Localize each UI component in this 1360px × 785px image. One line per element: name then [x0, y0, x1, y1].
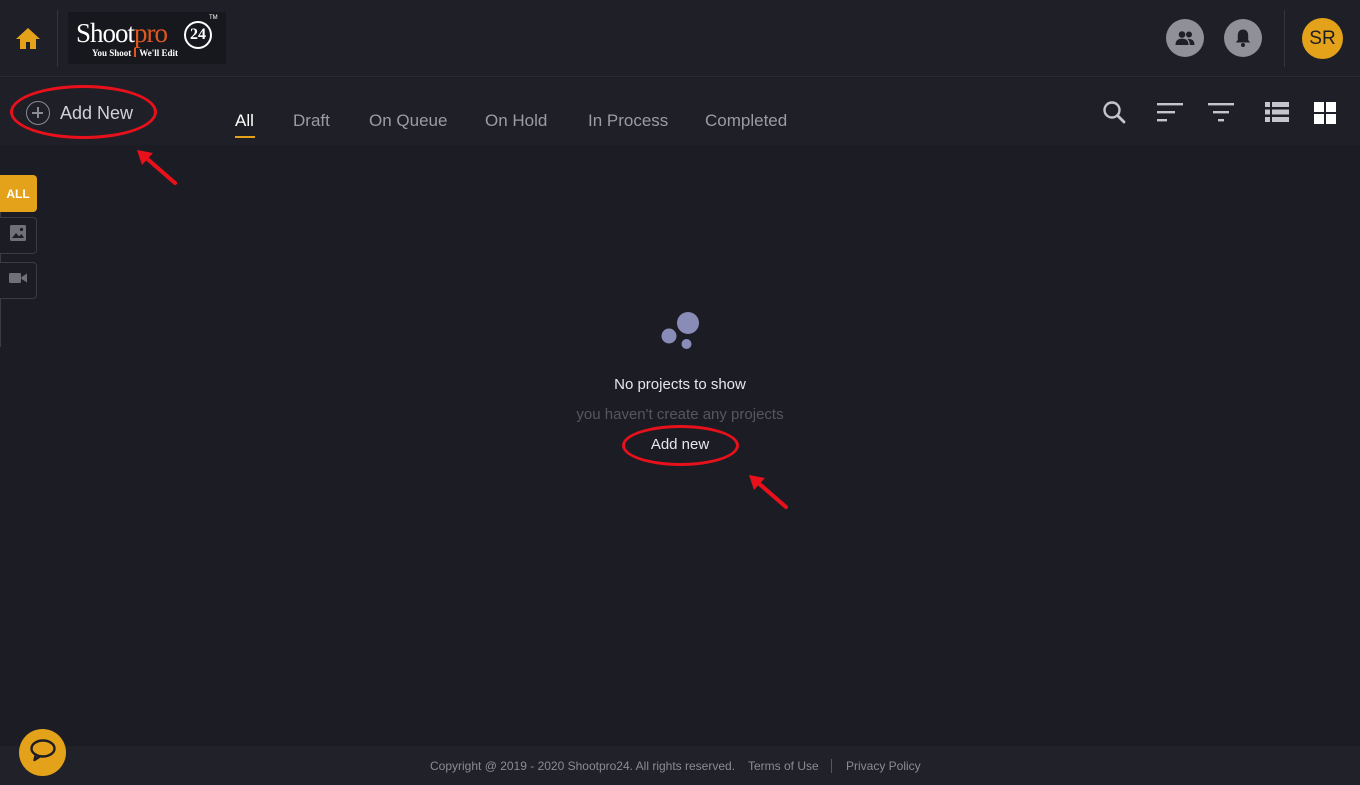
bell-icon[interactable] — [1224, 19, 1262, 57]
tab-in-process[interactable]: In Process — [588, 111, 668, 131]
logo-wordmark: Shootpro — [76, 18, 168, 48]
logo-wordmark-accent: pro — [134, 18, 168, 48]
search-icon[interactable] — [1100, 100, 1128, 126]
header-divider — [57, 10, 58, 67]
tab-all[interactable]: All — [235, 111, 254, 131]
tab-completed[interactable]: Completed — [705, 111, 787, 131]
filter-icon[interactable] — [1207, 100, 1235, 126]
header-divider — [1284, 10, 1285, 67]
empty-state-add-new-link[interactable]: Add new — [630, 436, 730, 453]
filter-all-button[interactable]: ALL — [0, 175, 37, 212]
footer-separator — [831, 759, 832, 773]
avatar[interactable]: SR — [1302, 18, 1343, 59]
add-new-label: Add New — [60, 102, 134, 123]
tab-on-queue[interactable]: On Queue — [369, 111, 447, 131]
annotation-arrow-top — [137, 150, 177, 185]
image-icon — [9, 224, 27, 247]
filter-image-button[interactable] — [0, 217, 37, 254]
copyright-text: Copyright @ 2019 - 2020 Shootpro24. All … — [430, 759, 736, 773]
grid-view-icon[interactable] — [1312, 100, 1340, 126]
logo-tagline: You Shoot We'll Edit — [92, 48, 179, 58]
filter-video-button[interactable] — [0, 262, 37, 299]
terms-of-use-link[interactable]: Terms of Use — [748, 759, 819, 773]
empty-state-icon — [655, 305, 705, 355]
add-new-button[interactable]: Add New — [26, 101, 133, 125]
annotation-arrow-center — [749, 475, 788, 509]
sort-icon[interactable] — [1156, 100, 1184, 126]
chat-button[interactable] — [19, 729, 66, 776]
empty-state-subtitle: you haven't create any projects — [576, 406, 784, 423]
team-icon[interactable] — [1166, 19, 1204, 57]
project-toolbar: Add New All Draft On Queue On Hold In Pr… — [0, 78, 1360, 145]
active-tab-indicator — [235, 136, 255, 138]
top-header: Shootpro 24 TM You Shoot We'll Edit SR — [0, 0, 1360, 77]
tab-on-hold[interactable]: On Hold — [485, 111, 547, 131]
empty-state-title: No projects to show — [614, 376, 746, 393]
logo-trademark: TM — [209, 15, 218, 21]
footer: Copyright @ 2019 - 2020 Shootpro24. All … — [0, 746, 1360, 785]
tab-draft[interactable]: Draft — [293, 111, 330, 131]
video-icon — [8, 271, 28, 290]
logo-badge: 24 — [184, 21, 212, 49]
chat-icon — [29, 738, 57, 767]
logo[interactable]: Shootpro 24 TM You Shoot We'll Edit — [68, 12, 226, 64]
plus-circle-icon — [26, 101, 50, 125]
privacy-policy-link[interactable]: Privacy Policy — [846, 759, 921, 773]
home-icon[interactable] — [14, 25, 42, 51]
list-view-icon[interactable] — [1263, 100, 1291, 126]
